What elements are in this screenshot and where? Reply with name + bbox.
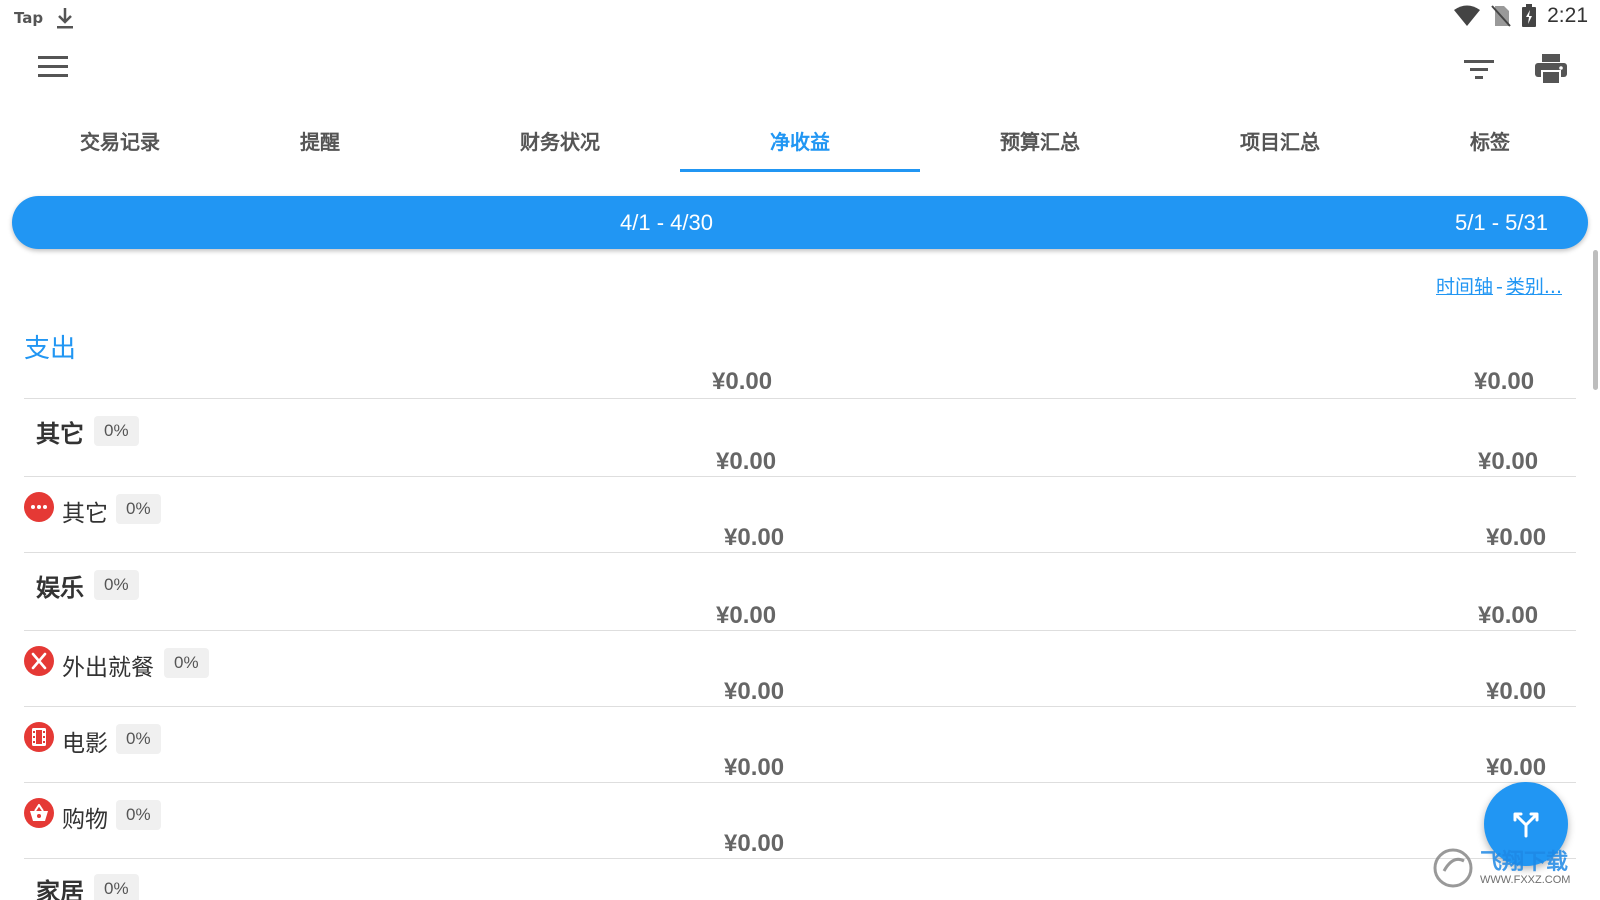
row-amount-current: ¥0.00 bbox=[724, 678, 785, 705]
more-dots-icon bbox=[24, 492, 54, 522]
category-name: 其它 bbox=[36, 420, 84, 448]
row-amount-next: ¥0.00 bbox=[1486, 524, 1547, 551]
percent-badge: 0% bbox=[94, 570, 139, 600]
row-amount-next: ¥0.00 bbox=[1478, 448, 1539, 475]
period-next[interactable]: 5/1 - 5/31 bbox=[1455, 210, 1548, 236]
subcategory-name: 电影 bbox=[62, 731, 108, 757]
subcategory-name: 其它 bbox=[62, 501, 108, 527]
tab-label: 财务状况 bbox=[520, 132, 600, 154]
section-total-next: ¥0.00 bbox=[1474, 368, 1535, 395]
clock: 2:21 bbox=[1547, 4, 1588, 27]
filter-icon[interactable] bbox=[1464, 58, 1494, 82]
row-amount-current: ¥0.00 bbox=[724, 524, 785, 551]
timeline-link[interactable]: 时间轴 bbox=[1436, 276, 1493, 298]
category-name: 家居 bbox=[36, 878, 84, 900]
shopping-basket-icon bbox=[24, 798, 54, 828]
row-amount-current: ¥0.00 bbox=[716, 448, 777, 475]
category-row-other[interactable]: 其它 0% bbox=[24, 400, 1576, 475]
tab-net-income[interactable]: 净收益 bbox=[680, 112, 920, 172]
percent-badge: 0% bbox=[116, 494, 161, 524]
divider bbox=[24, 706, 1576, 707]
row-amount-next: ¥0.00 bbox=[1478, 602, 1539, 629]
download-icon bbox=[57, 8, 74, 29]
scrollbar[interactable] bbox=[1593, 250, 1598, 390]
watermark-logo: 飞翔下载 WWW.FXXZ.COM bbox=[1432, 844, 1598, 892]
tab-project-summary[interactable]: 项目汇总 bbox=[1160, 112, 1400, 172]
subcategory-row-shopping[interactable]: 购物 0% bbox=[24, 784, 1576, 859]
tab-tags[interactable]: 标签 bbox=[1400, 112, 1600, 172]
row-amount-current: ¥0.00 bbox=[716, 602, 777, 629]
subcategory-row-dining-out[interactable]: 外出就餐 0% bbox=[24, 632, 1576, 707]
row-amount-current: ¥0.00 bbox=[724, 754, 785, 781]
cutlery-icon bbox=[24, 646, 54, 676]
hamburger-menu-icon[interactable] bbox=[38, 56, 68, 82]
watermark-url: WWW.FXXZ.COM bbox=[1480, 874, 1571, 886]
no-sim-icon bbox=[1491, 5, 1511, 27]
tab-label: 标签 bbox=[1470, 132, 1510, 154]
category-name: 娱乐 bbox=[36, 574, 84, 602]
net-income-screen: Tap 2:21 交易记录 提醒 财务状况 净收益 预算汇总 项目汇总 标签 4… bbox=[0, 0, 1600, 900]
view-links: 时间轴 - 类别... bbox=[1436, 272, 1562, 299]
percent-badge: 0% bbox=[164, 648, 209, 678]
status-bar: Tap 2:21 bbox=[0, 0, 1600, 36]
percent-badge: 0% bbox=[116, 724, 161, 754]
subcategory-row-movies[interactable]: 电影 0% bbox=[24, 708, 1576, 783]
divider bbox=[24, 398, 1576, 399]
watermark-emblem-icon bbox=[1433, 848, 1473, 888]
divider bbox=[24, 858, 1576, 859]
print-icon[interactable] bbox=[1534, 52, 1568, 86]
percent-badge: 0% bbox=[94, 416, 139, 446]
category-link[interactable]: 类别... bbox=[1506, 276, 1562, 298]
period-current[interactable]: 4/1 - 4/30 bbox=[620, 210, 713, 236]
percent-badge: 0% bbox=[94, 874, 139, 900]
app-label: Tap bbox=[14, 9, 44, 27]
tab-financial-status[interactable]: 财务状况 bbox=[440, 112, 680, 172]
divider bbox=[24, 476, 1576, 477]
watermark-brand: 飞翔下载 bbox=[1480, 849, 1569, 874]
wifi-icon bbox=[1454, 5, 1481, 26]
period-bar: 4/1 - 4/30 5/1 - 5/31 bbox=[12, 196, 1588, 249]
section-total-current: ¥0.00 bbox=[712, 368, 773, 395]
row-amount-current: ¥0.00 bbox=[724, 830, 785, 857]
divider bbox=[24, 552, 1576, 553]
tab-label: 项目汇总 bbox=[1240, 132, 1320, 154]
row-amount-next: ¥0.00 bbox=[1486, 678, 1547, 705]
percent-badge: 0% bbox=[116, 800, 161, 830]
tab-label: 预算汇总 bbox=[1000, 132, 1080, 154]
category-row-entertainment[interactable]: 娱乐 0% bbox=[24, 554, 1576, 629]
divider bbox=[24, 782, 1576, 783]
subcategory-row-other[interactable]: 其它 0% bbox=[24, 478, 1576, 553]
split-arrows-icon bbox=[1513, 812, 1539, 838]
view-links-separator: - bbox=[1496, 276, 1503, 298]
status-left: Tap bbox=[14, 6, 75, 30]
tab-label: 提醒 bbox=[300, 132, 340, 154]
toolbar bbox=[0, 44, 1600, 94]
expense-section-title: 支出 bbox=[24, 334, 77, 364]
battery-icon bbox=[1522, 4, 1537, 27]
tab-budget-summary[interactable]: 预算汇总 bbox=[920, 112, 1160, 172]
row-amount-next: ¥0.00 bbox=[1486, 754, 1547, 781]
subcategory-name: 购物 bbox=[62, 807, 108, 833]
status-right: 2:21 bbox=[1453, 4, 1588, 28]
tab-reminders[interactable]: 提醒 bbox=[200, 112, 440, 172]
tab-bar: 交易记录 提醒 财务状况 净收益 预算汇总 项目汇总 标签 bbox=[0, 112, 1600, 172]
tab-label: 净收益 bbox=[770, 132, 830, 154]
watermark-text: 飞翔下载 WWW.FXXZ.COM bbox=[1480, 849, 1571, 887]
category-row-home[interactable]: 家居 0% bbox=[24, 860, 1576, 900]
divider bbox=[24, 630, 1576, 631]
film-icon bbox=[24, 722, 54, 752]
subcategory-name: 外出就餐 bbox=[62, 655, 154, 681]
